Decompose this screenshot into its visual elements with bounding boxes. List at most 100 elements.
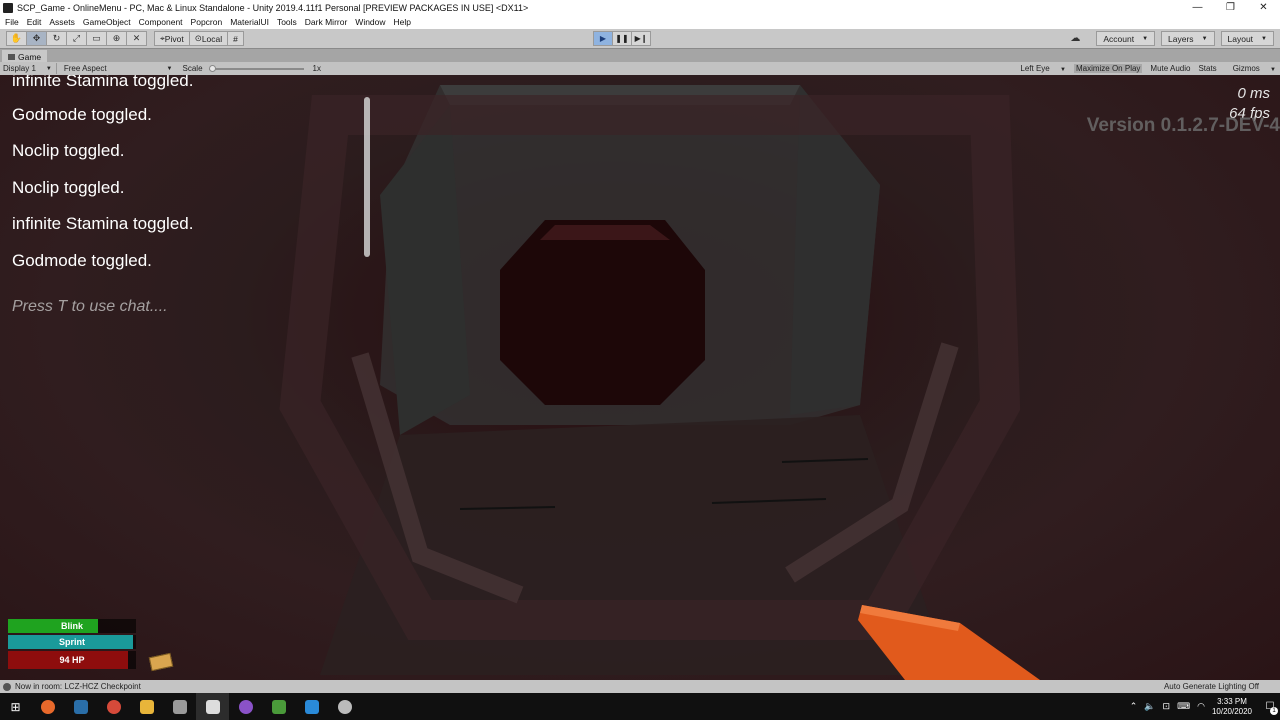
play-controls: ▶ ❚❚ ▶❙ xyxy=(593,31,651,46)
taskbar-app-vscode[interactable] xyxy=(295,693,328,720)
network-icon[interactable]: ⊡ xyxy=(1163,701,1171,712)
taskbar-app-unity[interactable] xyxy=(196,693,229,720)
gizmos-dropdown[interactable]: Gizmos ▼ xyxy=(1225,64,1276,73)
taskbar-app-firefox[interactable] xyxy=(31,693,64,720)
chevron-down-icon: ▼ xyxy=(1060,67,1066,73)
game-view-options: Display 1 ▼ Free Aspect ▼ Scale 1x Left Ey… xyxy=(0,62,1280,75)
local-label: Local xyxy=(201,33,223,44)
local-toggle[interactable]: ⊙ Local xyxy=(188,31,229,46)
cloud-icon[interactable]: ☁ xyxy=(1066,31,1084,46)
stats-toggle[interactable]: Stats xyxy=(1198,64,1216,73)
transform-tool-icon[interactable]: ⊕ xyxy=(106,31,127,46)
chat-message: Godmode toggled. xyxy=(12,250,152,270)
menu-dark-mirror[interactable]: Dark Mirror xyxy=(305,17,348,27)
menu-edit[interactable]: Edit xyxy=(27,17,42,27)
printer-icon xyxy=(172,699,187,714)
file-explorer-icon xyxy=(139,699,154,714)
version-label: Version 0.1.2.7-DEV-4 xyxy=(1086,115,1280,136)
clock[interactable]: 3:33 PM 10/20/2020 xyxy=(1212,697,1252,717)
chat-message: Noclip toggled. xyxy=(12,177,125,197)
step-icon[interactable]: ▶❙ xyxy=(631,31,651,46)
main-toolbar: ✋ ✥ ↻ ⤢ ▭ ⊕ ✕ ⌖ Pivot ⊙ Local # ▶ ❚❚ ▶❙ ☁ … xyxy=(0,29,1280,48)
taskbar-app-discord[interactable] xyxy=(229,693,262,720)
layers-dropdown[interactable]: Layers ▼ xyxy=(1161,31,1215,46)
tab-bar: Game xyxy=(0,48,1280,63)
keyboard-icon[interactable]: ⌨ xyxy=(1177,701,1190,712)
mute-audio-toggle[interactable]: Mute Audio xyxy=(1150,64,1190,73)
chat-scrollbar[interactable] xyxy=(364,97,370,257)
health-bar: 94 HP xyxy=(8,651,136,669)
status-message[interactable]: Now in room: LCZ-HCZ Checkpoint xyxy=(15,682,141,691)
maximize-on-play-toggle[interactable]: Maximize On Play xyxy=(1073,64,1143,73)
wifi-icon[interactable]: ◠ xyxy=(1197,701,1205,712)
blink-meter: Blink xyxy=(8,619,136,633)
menu-file[interactable]: File xyxy=(5,17,19,27)
chevron-down-icon: ▼ xyxy=(1142,35,1149,42)
game-viewport[interactable]: infinite Stamina toggled. Godmode toggle… xyxy=(0,75,1280,680)
scale-tool-icon[interactable]: ⤢ xyxy=(66,31,87,46)
display-dropdown[interactable]: Display 1 ▼ xyxy=(3,64,52,73)
pivot-toggle[interactable]: ⌖ Pivot xyxy=(154,31,190,46)
player-hud: Blink Sprint 94 HP xyxy=(8,619,174,672)
scale-slider[interactable] xyxy=(208,64,304,72)
discord-icon xyxy=(238,699,253,714)
pause-icon[interactable]: ❚❚ xyxy=(612,31,632,46)
taskbar-app-notepad[interactable] xyxy=(262,693,295,720)
taskbar-app-unity-hub[interactable] xyxy=(328,693,361,720)
grid-snap-icon[interactable]: # xyxy=(227,31,244,46)
rect-tool-icon[interactable]: ▭ xyxy=(86,31,107,46)
chat-message: Godmode toggled. xyxy=(12,105,152,124)
clock-time: 3:33 PM xyxy=(1217,696,1247,706)
aspect-label: Free Aspect xyxy=(63,64,107,73)
pivot-label: Pivot xyxy=(164,33,184,44)
close-button[interactable]: ✕ xyxy=(1247,0,1280,15)
move-tool-icon[interactable]: ✥ xyxy=(26,31,47,46)
chevron-down-icon: ▼ xyxy=(166,65,173,72)
volume-icon[interactable]: 🔈 xyxy=(1144,701,1155,712)
windows-start-icon[interactable]: ⊞ xyxy=(0,693,31,720)
chevron-down-icon: ▼ xyxy=(1261,35,1267,42)
aspect-dropdown[interactable]: Free Aspect ▼ xyxy=(64,64,173,73)
pivot-controls: ⌖ Pivot ⊙ Local # xyxy=(154,31,244,46)
taskbar-app-file-explorer[interactable] xyxy=(130,693,163,720)
divider xyxy=(55,63,57,74)
scale-slider-handle[interactable] xyxy=(208,64,216,72)
menu-popcron[interactable]: Popcron xyxy=(191,17,223,27)
scale-value: 1x xyxy=(312,64,321,73)
transform-tools: ✋ ✥ ↻ ⤢ ▭ ⊕ ✕ xyxy=(6,31,147,46)
account-dropdown[interactable]: Account ▼ xyxy=(1096,31,1156,46)
menu-gameobject[interactable]: GameObject xyxy=(83,17,131,27)
maximize-button[interactable]: ❐ xyxy=(1214,0,1247,15)
menu-tools[interactable]: Tools xyxy=(277,17,297,27)
taskbar-app-chrome[interactable] xyxy=(97,693,130,720)
layout-dropdown[interactable]: Layout ▼ xyxy=(1220,31,1274,46)
chevron-up-icon[interactable]: ⌃ xyxy=(1130,701,1138,712)
system-tray: ⌃ 🔈 ⊡ ⌨ ◠ 3:33 PM 10/20/2020 ☐ 1 xyxy=(1130,693,1280,720)
play-icon[interactable]: ▶ xyxy=(593,31,613,46)
hand-tool-icon[interactable]: ✋ xyxy=(6,31,27,46)
chat-input-hint[interactable]: Press T to use chat.... xyxy=(12,298,352,316)
toolbar-right: ☁ Account ▼ Layers ▼ Layout ▼ xyxy=(1066,31,1274,46)
window-title: SCP_Game - OnlineMenu - PC, Mac & Linux … xyxy=(17,2,529,13)
tab-game-label: Game xyxy=(18,51,42,62)
menu-assets[interactable]: Assets xyxy=(49,17,75,27)
menu-help[interactable]: Help xyxy=(394,17,411,27)
menu-component[interactable]: Component xyxy=(139,17,183,27)
lighting-status[interactable]: Auto Generate Lighting Off xyxy=(1164,682,1259,691)
windows-taskbar: ⊞ ⌃ 🔈 ⊡ ⌨ ◠ 3:33 PM 10/20/2020 ☐ 1 xyxy=(0,693,1280,720)
taskbar-app-printer[interactable] xyxy=(163,693,196,720)
chat-log: infinite Stamina toggled. Godmode toggle… xyxy=(12,75,352,316)
notification-icon[interactable]: ☐ 1 xyxy=(1260,693,1280,720)
minimize-button[interactable]: — xyxy=(1181,0,1214,15)
unity-hub-icon xyxy=(337,699,352,714)
chevron-down-icon: ▼ xyxy=(1201,35,1208,42)
taskbar-app-steam[interactable] xyxy=(64,693,97,720)
rotate-tool-icon[interactable]: ↻ xyxy=(46,31,67,46)
menu-window[interactable]: Window xyxy=(355,17,385,27)
blink-label: Blink xyxy=(60,621,83,631)
custom-tool-icon[interactable]: ✕ xyxy=(126,31,147,46)
chat-message: Noclip toggled. xyxy=(12,141,125,161)
game-options-right: Left Eye ▼ Maximize On Play Mute Audio S… xyxy=(1004,64,1276,73)
left-eye-dropdown[interactable]: Left Eye ▼ xyxy=(1012,64,1066,73)
menu-materialui[interactable]: MaterialUI xyxy=(230,17,269,27)
